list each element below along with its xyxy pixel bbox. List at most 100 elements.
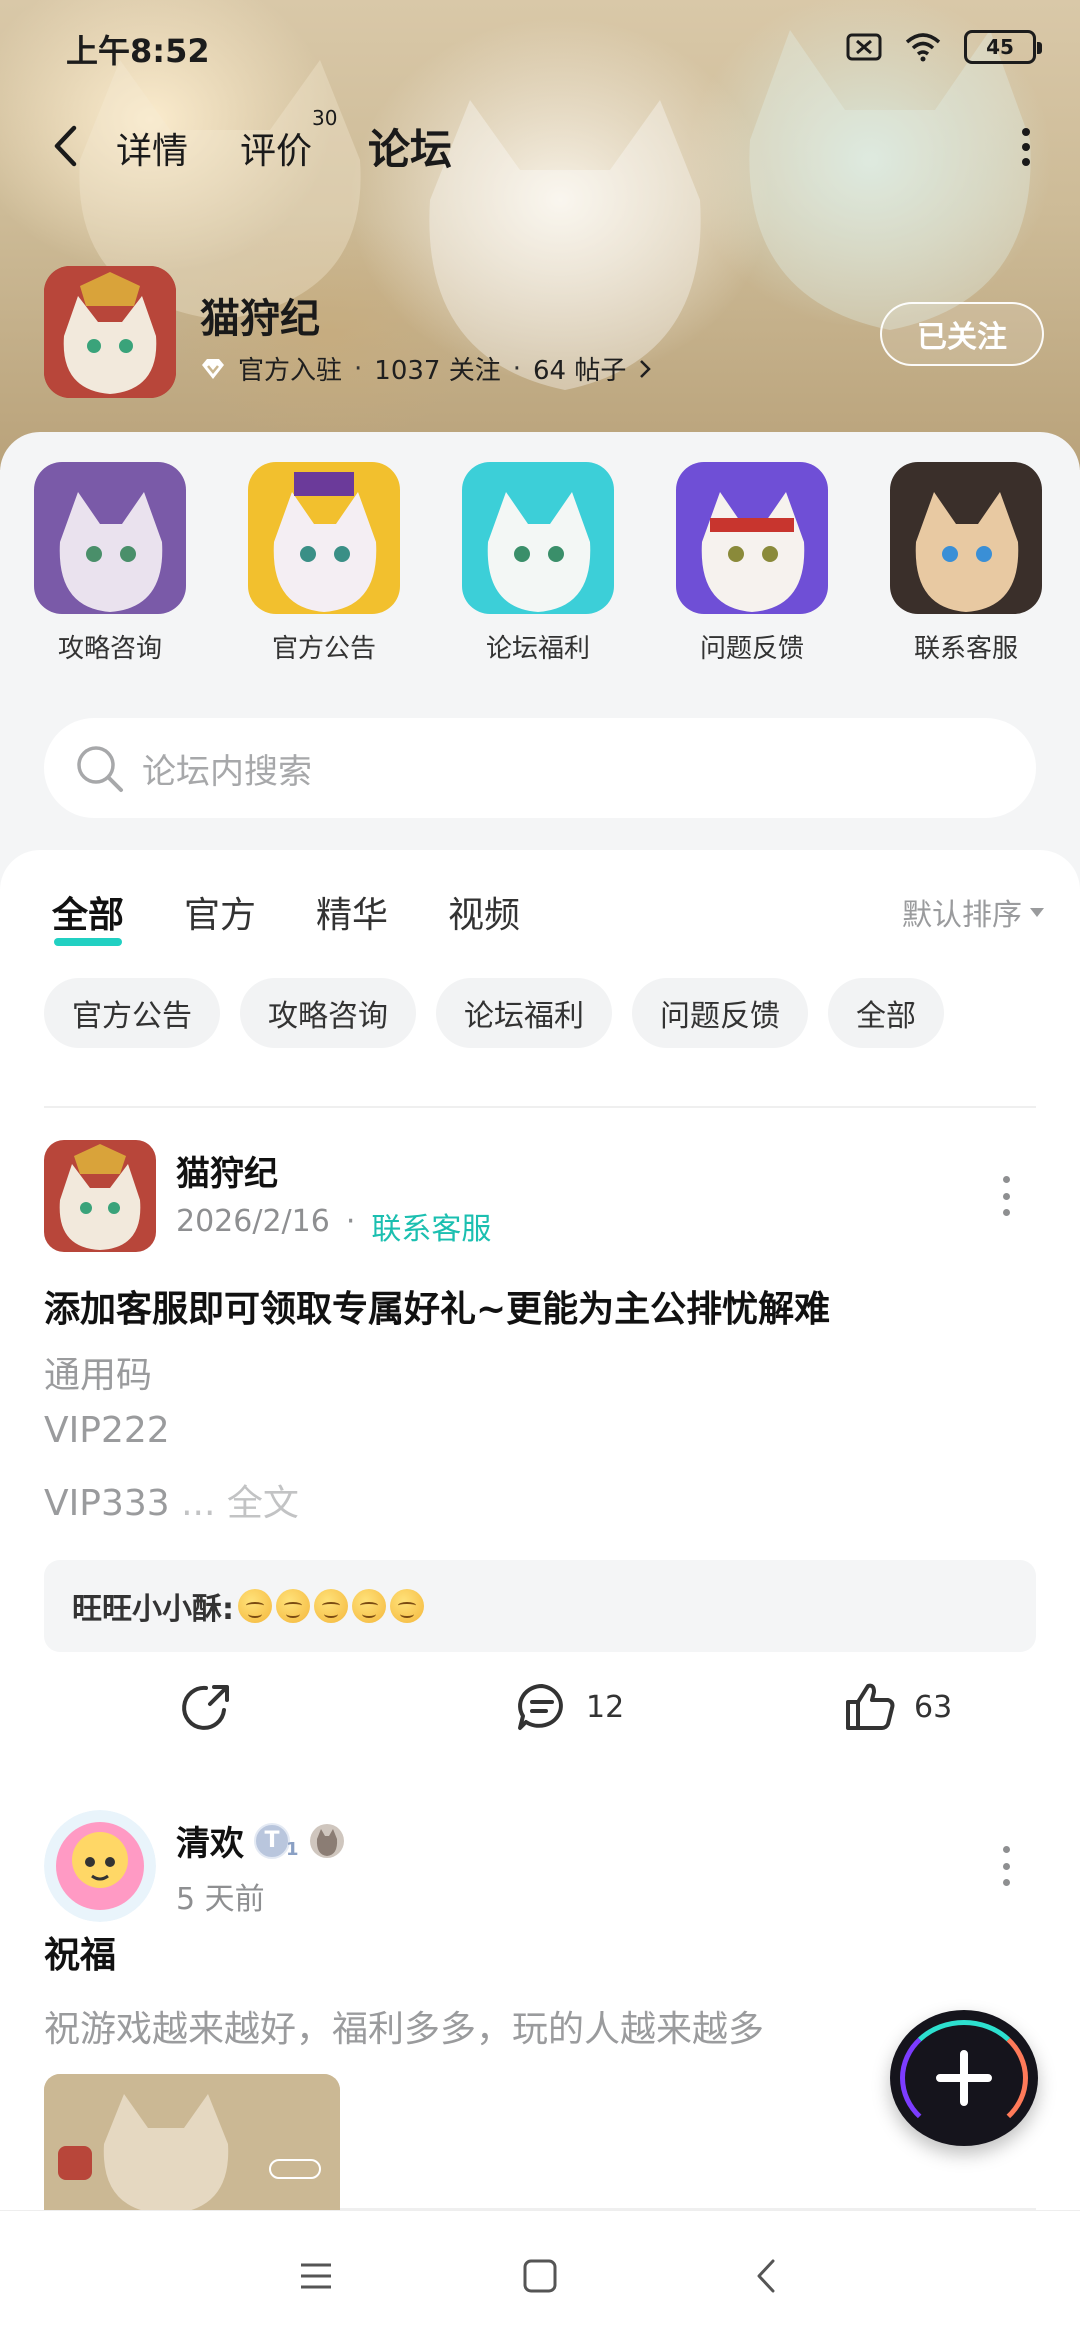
quick-link-support[interactable]: 联系客服 [876,462,1056,665]
quick-link-image [890,462,1042,614]
chip-all[interactable]: 全部 [828,978,944,1048]
read-full-link[interactable]: 全文 [227,1483,299,1524]
game-icon[interactable] [44,266,176,398]
quick-link-image [34,462,186,614]
chip-announcement[interactable]: 官方公告 [44,978,220,1048]
tab-details[interactable]: 详情 [116,122,188,174]
cat-warrior-icon [44,266,176,398]
separator-dot: · [345,1204,356,1239]
comment-icon [518,1684,563,1730]
divider [44,1106,1036,1108]
sort-dropdown[interactable]: 默认排序 [902,890,1044,934]
level-badge-icon: T [254,1822,290,1859]
quick-link-image [462,462,614,614]
game-meta: 官方入驻 · 1037 关注 · 64 帖子 [200,350,652,387]
caret-down-icon [1030,907,1044,917]
home-square-icon [523,2259,557,2293]
post-body-text: VIP333 [44,1483,170,1524]
sim-icon [846,33,882,61]
quick-link-label: 官方公告 [271,634,376,664]
share-icon [182,1685,229,1730]
feed-tabs: 全部 官方 精华 视频 [52,886,520,946]
tab-forum[interactable]: 论坛 [363,116,457,177]
follow-button[interactable]: 已关注 [880,302,1044,366]
system-nav-bar [0,2210,1080,2340]
game-info: 猫狩纪 官方入驻 · 1037 关注 · 64 帖子 已关注 [44,266,1044,400]
author-name: 猫狩纪 [176,1154,278,1194]
post-ellipsis: ... [169,1483,227,1524]
post-meta: 2026/2/16 · 联系客服 [176,1204,491,1248]
tab-reviews[interactable]: 评价 [240,122,312,174]
search-placeholder: 论坛内搜索 [142,751,312,792]
quick-link-image [676,462,828,614]
feed-tab-official[interactable]: 官方 [184,886,256,938]
plus-icon [936,2050,992,2106]
smile-emoji-icon [314,1589,348,1623]
like-count: 63 [914,1689,953,1725]
author-name: 清欢 [176,1824,244,1864]
search-icon [77,746,123,792]
post-title: 添加客服即可领取专属好礼~更能为主公排忧解难 [44,1289,831,1330]
top-comment[interactable]: 旺旺小小酥: [44,1560,1036,1652]
menu-icon [301,2263,331,2289]
game-header-banner: 上午8:52 45 详情 评价 30 论坛 猫狩纪 官方入驻 · 1037 关注… [0,0,1080,470]
post-title: 祝福 [44,1935,117,1976]
post-category[interactable]: 联系客服 [371,1204,491,1248]
quick-link-announcement[interactable]: 官方公告 [234,462,414,665]
chip-guide[interactable]: 攻略咨询 [240,978,416,1048]
posts-count[interactable]: 64 帖子 [533,350,626,387]
comment-user: 旺旺小小酥: [72,1592,234,1627]
post-card[interactable]: 猫狩纪 2026/2/16 · 联系客服 添加客服即可领取专属好礼~更能为主公排… [44,1140,1036,1780]
post-body-line: 通用码 [44,1355,153,1396]
game-name: 猫狩纪 [200,296,320,342]
top-nav: 详情 评价 30 论坛 [0,100,1080,200]
sort-label: 默认排序 [902,898,1022,933]
system-back-button[interactable] [736,2251,796,2301]
post-card[interactable]: 清欢 T 1 5 天前 祝福 祝游戏越来越好，福利多多，玩的人越来越多 [44,1810,1036,2220]
chevron-right-icon [640,359,652,378]
post-body: 祝游戏越来越好，福利多多，玩的人越来越多 [44,2009,765,2050]
menu-button[interactable] [286,2251,346,2301]
chip-benefits[interactable]: 论坛福利 [436,978,612,1048]
user-medal-icon [309,1823,344,1858]
like-button[interactable]: 63 [844,1680,952,1734]
quick-link-image [248,462,400,614]
status-time: 上午8:52 [66,32,210,70]
post-body-line: VIP222 [44,1410,170,1451]
official-label: 官方入驻 [238,356,343,386]
quick-link-feedback[interactable]: 问题反馈 [662,462,842,665]
avatar[interactable] [44,1140,156,1252]
post-more-button[interactable] [996,1846,1016,1886]
post-more-button[interactable] [996,1176,1016,1216]
smile-emoji-icon [276,1589,310,1623]
smile-emoji-icon [390,1589,424,1623]
feed-tab-featured[interactable]: 精华 [316,886,388,938]
comment-button[interactable]: 12 [514,1680,624,1734]
more-options-button[interactable] [1006,122,1046,172]
thumbs-up-icon [846,1683,895,1730]
home-button[interactable] [510,2251,570,2301]
feed-tab-all[interactable]: 全部 [52,886,124,946]
chevron-left-icon [54,125,77,167]
chip-feedback[interactable]: 问题反馈 [632,978,808,1048]
quick-link-label: 联系客服 [913,634,1018,664]
post-author[interactable]: 猫狩纪 [176,1146,278,1195]
quick-link-benefits[interactable]: 论坛福利 [448,462,628,665]
search-input[interactable]: 论坛内搜索 [44,718,1036,818]
back-button[interactable] [40,116,90,176]
share-button[interactable] [180,1680,234,1734]
post-meta: 5 天前 [176,1874,265,1918]
quick-links: 攻略咨询 官方公告 论坛福利 问题反馈 联系客服 [0,462,1080,672]
feed-tab-video[interactable]: 视频 [448,886,520,938]
quick-link-label: 论坛福利 [485,634,590,664]
create-post-button[interactable] [890,2010,1038,2146]
post-actions: 12 63 [44,1680,1036,1760]
avatar[interactable] [44,1810,156,1922]
post-image-thumbnail[interactable] [44,2074,340,2214]
status-icons: 45 [846,30,1042,64]
quick-link-guide[interactable]: 攻略咨询 [20,462,200,665]
separator-dot: · [512,353,521,384]
post-author[interactable]: 清欢 T 1 [176,1816,345,1865]
smile-emoji-icon [238,1589,272,1623]
smile-emoji-icon [352,1589,386,1623]
